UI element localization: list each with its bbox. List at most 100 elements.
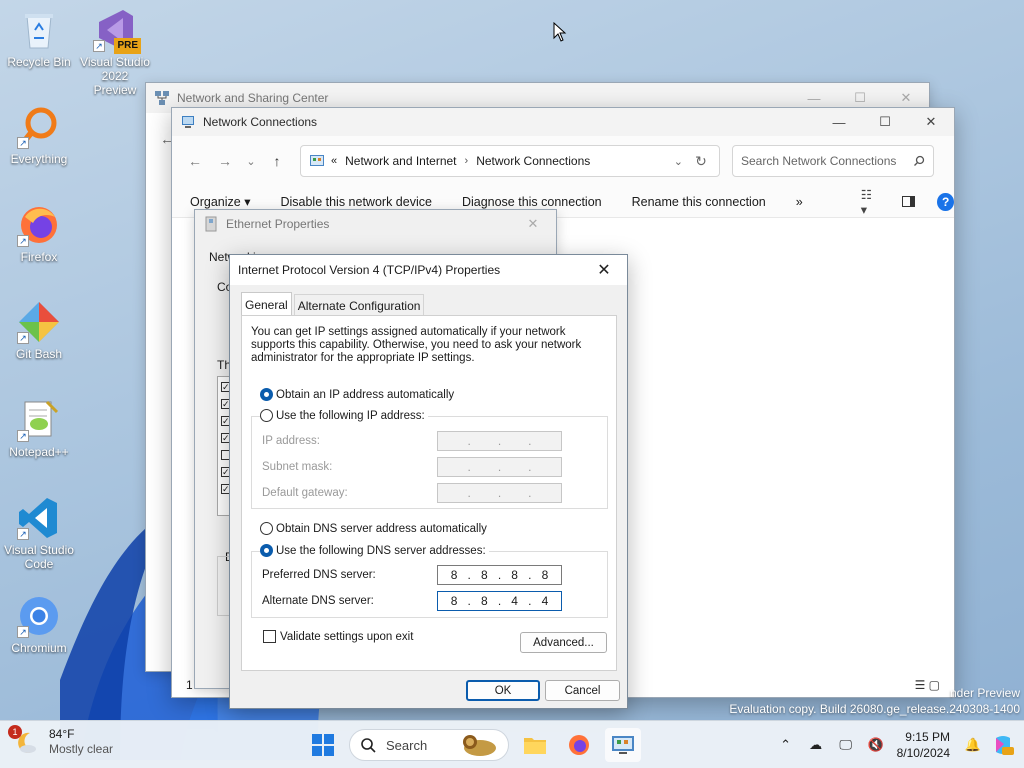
volume-muted-icon[interactable]: 🔇 (861, 730, 891, 760)
weather-moon-icon: 1 (8, 725, 40, 755)
details-view-icon[interactable]: ☰ ▢ (915, 678, 940, 692)
disable-device-button[interactable]: Disable this network device (280, 195, 431, 209)
start-button[interactable] (305, 728, 341, 762)
tab-strip: General Alternate Configuration (241, 292, 426, 317)
clock[interactable]: 9:15 PM 8/10/2024 (891, 729, 958, 761)
system-tray: ⌃ ☁ 🖵 🔇 9:15 PM 8/10/2024 🔔 (771, 721, 1024, 768)
dns-auto-radio[interactable] (260, 522, 273, 535)
back-button[interactable]: ← (180, 146, 210, 176)
diagnose-button[interactable]: Diagnose this connection (462, 195, 602, 209)
view-options-icon[interactable]: ☷ ▾ (861, 187, 880, 217)
file-explorer-button[interactable] (517, 728, 553, 762)
chevron-right-icon: › (464, 155, 469, 167)
organize-menu[interactable]: Organize ▾ (190, 194, 250, 209)
notification-bell-icon[interactable]: 🔔 (958, 730, 988, 760)
cancel-button[interactable]: Cancel (545, 680, 620, 701)
intro-text: You can get IP settings assigned automat… (251, 326, 582, 364)
shortcut-arrow-icon: ↗ (17, 430, 29, 442)
ethernet-icon (205, 216, 217, 232)
desktop-icon-firefox[interactable]: ↗ Firefox (4, 203, 74, 264)
weather-widget[interactable]: 1 84°F Mostly clear (8, 725, 113, 757)
nsc-title: Network and Sharing Center (177, 91, 329, 105)
breadcrumb-network-internet[interactable]: Network and Internet (345, 154, 456, 168)
network-connections-icon (182, 116, 194, 128)
ok-button[interactable]: OK (466, 680, 540, 701)
minimize-button[interactable]: — (816, 107, 862, 137)
subnet-mask-input[interactable]: ... (437, 457, 562, 477)
ip-auto-radio[interactable] (260, 388, 273, 401)
desktop-icon-chromium[interactable]: ↗ Chromium (4, 594, 74, 655)
eth-title: Ethernet Properties (226, 217, 330, 231)
git-bash-icon: ↗ (17, 300, 61, 344)
mouse-pointer-icon (553, 22, 567, 42)
desktop-icon-everything[interactable]: ↗ Everything (4, 105, 74, 166)
desktop-icon-visual-studio[interactable]: ↗ PRE Visual Studio 2022 Preview (80, 8, 150, 97)
firefox-taskbar-button[interactable] (561, 728, 597, 762)
close-button[interactable]: ✕ (510, 209, 556, 239)
help-icon[interactable]: ? (937, 192, 954, 211)
ipv4-titlebar[interactable]: Internet Protocol Version 4 (TCP/IPv4) P… (230, 255, 627, 285)
ip-address-input[interactable]: ... (437, 431, 562, 451)
eth-titlebar[interactable]: Ethernet Properties ✕ (195, 210, 556, 238)
preferred-dns-row: Preferred DNS server: 8.8.8.8 (262, 565, 562, 585)
close-button[interactable]: ✕ (581, 255, 627, 285)
search-input[interactable]: Search Network Connections (732, 145, 934, 177)
breadcrumb-overflow[interactable]: « (331, 155, 337, 167)
desktop-icon-vscode[interactable]: ↗ Visual Studio Code (4, 496, 74, 571)
folder-icon (524, 738, 546, 754)
nc-title: Network Connections (203, 115, 318, 129)
pre-badge: PRE (114, 38, 141, 54)
address-bar[interactable]: « Network and Internet › Network Connect… (300, 145, 720, 177)
validate-checkbox[interactable] (263, 630, 276, 643)
default-gateway-input[interactable]: ... (437, 483, 562, 503)
network-status-icon[interactable]: 🖵 (831, 730, 861, 760)
forward-button[interactable]: → (210, 146, 240, 176)
nav-row: ← → ⌄ ↑ « Network and Internet › Network… (172, 136, 954, 186)
recent-locations-chevron-icon[interactable]: ⌄ (240, 146, 262, 176)
preferred-dns-input[interactable]: 8.8.8.8 (437, 565, 562, 585)
dns-manual-option[interactable]: Use the following DNS server addresses: (260, 544, 489, 557)
desktop-icon-git-bash[interactable]: ↗ Git Bash (4, 300, 74, 361)
dns-auto-option[interactable]: Obtain DNS server address automatically (260, 522, 487, 535)
ipv4-properties-dialog[interactable]: Internet Protocol Version 4 (TCP/IPv4) P… (229, 254, 628, 709)
taskbar: 1 84°F Mostly clear Search ⌃ ☁ 🖵 🔇 9:15 … (0, 720, 1024, 768)
refresh-icon[interactable]: ↻ (683, 153, 719, 170)
tab-general[interactable]: General (241, 292, 292, 317)
subnet-mask-row: Subnet mask: ... (262, 457, 562, 477)
show-hidden-icons-chevron-icon[interactable]: ⌃ (771, 730, 801, 760)
ip-auto-option[interactable]: Obtain an IP address automatically (260, 388, 454, 401)
desktop-icon-notepadpp[interactable]: ↗ Notepad++ (4, 398, 74, 459)
up-button[interactable]: ↑ (262, 146, 292, 176)
dns-manual-radio[interactable] (260, 544, 273, 557)
ip-manual-radio[interactable] (260, 409, 273, 422)
weather-alert-badge: 1 (8, 725, 22, 739)
rename-button[interactable]: Rename this connection (632, 195, 766, 209)
validate-option[interactable]: Validate settings upon exit (263, 630, 413, 643)
advanced-button[interactable]: Advanced... (520, 632, 607, 653)
address-dropdown-icon[interactable]: ⌄ (674, 155, 683, 168)
firefox-icon: ↗ (17, 203, 61, 247)
nc-titlebar[interactable]: Network Connections — ☐ ✕ (172, 108, 954, 136)
tab-alternate-configuration[interactable]: Alternate Configuration (293, 294, 425, 317)
default-gateway-row: Default gateway: ... (262, 483, 562, 503)
copilot-icon[interactable] (988, 730, 1018, 760)
more-commands-button[interactable]: » (796, 195, 803, 209)
close-button[interactable]: ✕ (908, 107, 954, 137)
preview-pane-icon[interactable] (902, 196, 916, 207)
shortcut-arrow-icon: ↗ (17, 332, 29, 344)
shortcut-arrow-icon: ↗ (17, 528, 29, 540)
taskbar-search[interactable]: Search (349, 729, 509, 761)
alternate-dns-input[interactable]: 8.8.4.4 (437, 591, 562, 611)
ip-address-row: IP address: ... (262, 431, 562, 451)
breadcrumb-network-connections[interactable]: Network Connections (476, 154, 590, 168)
cloud-offline-icon[interactable]: ☁ (801, 730, 831, 760)
build-watermark-line2: Evaluation copy. Build 26080.ge_release.… (729, 702, 1020, 716)
ip-manual-option[interactable]: Use the following IP address: (260, 409, 428, 422)
clock-time: 9:15 PM (905, 730, 950, 744)
desktop-icon-recycle-bin[interactable]: Recycle Bin (4, 8, 74, 69)
clock-date: 8/10/2024 (896, 746, 950, 760)
general-panel: You can get IP settings assigned automat… (241, 315, 617, 671)
maximize-button[interactable]: ☐ (862, 107, 908, 137)
control-panel-taskbar-button[interactable] (605, 728, 641, 762)
vscode-icon: ↗ (17, 496, 61, 540)
